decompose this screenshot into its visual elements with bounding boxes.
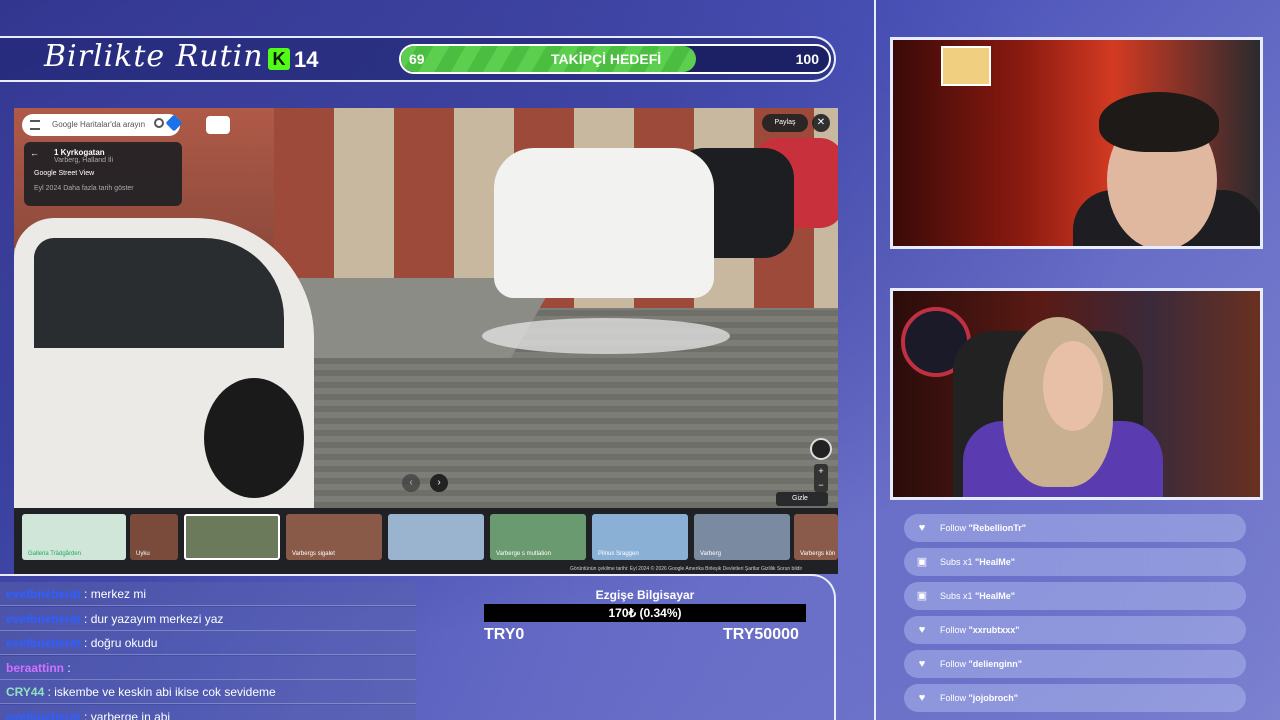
chat-text: : merkez mi: [80, 587, 147, 601]
place-region: Varberg, Halland İli: [54, 157, 114, 164]
event-kind: Follow: [940, 523, 969, 533]
chat-text: : varberge in abi: [80, 709, 171, 720]
chevron-left-icon[interactable]: ‹: [402, 474, 420, 492]
event-item: ♥ Follow "RebellionTr": [904, 514, 1246, 542]
chat-text: :: [64, 660, 71, 675]
goal-current: 69: [409, 51, 425, 67]
event-username: "RebellionTr": [968, 523, 1027, 533]
chat-username[interactable]: CRY44: [6, 685, 44, 699]
thumbnail-map[interactable]: Galleria Trädgården: [22, 514, 126, 560]
compass-icon[interactable]: [810, 438, 832, 460]
maps-footer: Görüntünün çekilme tarihi: Eyl 2024 © 20…: [570, 566, 803, 572]
donation-min: TRY0: [484, 626, 525, 643]
event-username: "delienginn": [968, 659, 1023, 669]
navigation-arrow[interactable]: [482, 318, 730, 354]
chevron-right-icon[interactable]: ›: [430, 474, 448, 492]
car-wheel: [204, 378, 304, 498]
event-kind: Follow: [940, 625, 969, 635]
chat-message: evetbneberat : merkez mi: [0, 582, 416, 606]
gift-icon: ▣: [916, 556, 928, 568]
event-username: "jojobroch": [968, 693, 1019, 703]
chat-text: : doğru okudu: [80, 636, 158, 650]
thumbnail[interactable]: Varbergs kön: [794, 514, 838, 560]
chat-text: : dur yazayım merkezi yaz: [80, 611, 224, 626]
thumbnail[interactable]: [388, 514, 484, 560]
capture-date: Eyl 2024: [34, 185, 62, 192]
event-username: "xxrubtxxx": [968, 625, 1020, 635]
chat-message: evetbneberat : doğru okudu: [0, 631, 416, 655]
webcam-streamer-2: [890, 288, 1263, 500]
car-window: [34, 238, 284, 348]
place-name: 1 Kyrkogatan: [54, 148, 105, 157]
thumbnail[interactable]: Pilnus Sraggen: [592, 514, 688, 560]
event-item: ♥ Follow "delienginn": [904, 650, 1246, 678]
event-kind: Follow: [940, 693, 969, 703]
close-icon[interactable]: ✕: [812, 114, 830, 132]
imagery-source: Google Street View: [34, 170, 95, 177]
goal-title: TAKİPÇİ HEDEFİ: [551, 51, 662, 67]
heart-icon: ♥: [918, 658, 926, 670]
panel-divider: [874, 0, 876, 720]
webcam-streamer-1: [890, 37, 1263, 249]
event-kind: Follow: [940, 659, 969, 669]
event-item: ♥ Follow "jojobroch": [904, 684, 1246, 712]
heart-icon: ♥: [918, 522, 926, 534]
heart-icon: ♥: [918, 624, 926, 636]
chat-message: evetbneberat : dur yazayım merkezi yaz: [0, 606, 416, 631]
chat-message: evetbneberat : varberge in abi: [0, 704, 416, 720]
event-item: ♥ Follow "xxrubtxxx": [904, 616, 1246, 644]
chat-panel: evetbneberat : merkez mi evetbneberat : d…: [0, 582, 416, 720]
donation-progress-bar: 170₺ (0.34%): [484, 604, 806, 622]
event-kind: Subs x1: [940, 591, 976, 601]
chat-username[interactable]: evetbneberat: [6, 710, 81, 720]
more-dates-link[interactable]: Daha fazla tarih göster: [63, 185, 133, 192]
decor-lights: [941, 46, 991, 86]
layers-button[interactable]: [206, 116, 230, 134]
hide-thumbnails-button[interactable]: Gizle: [776, 492, 828, 506]
donation-goal-title: Ezgişe Bilgisayar: [595, 588, 695, 602]
chat-text: : iskembe ve keskin abi ikise cok sevide…: [44, 685, 276, 699]
event-username: "HealMe": [975, 591, 1016, 601]
thumbnail-strip: Galleria Trädgården Uyku Varbergs sigale…: [14, 508, 838, 574]
event-username: "HealMe": [975, 557, 1016, 567]
donation-max: TRY50000: [723, 626, 799, 643]
location-info-card: ← 1 Kyrkogatan Varberg, Halland İli Goog…: [24, 142, 182, 206]
menu-icon[interactable]: [30, 120, 40, 130]
heart-icon: ♥: [918, 692, 926, 704]
goal-target: 100: [795, 51, 819, 67]
chat-username[interactable]: evetbneberat: [6, 612, 81, 626]
chat-username[interactable]: beraattinn: [6, 661, 64, 675]
search-icon[interactable]: [154, 118, 164, 128]
chat-message: beraattinn :: [0, 655, 416, 680]
event-item: ▣ Subs x1 "HealMe": [904, 548, 1246, 576]
thumbnail[interactable]: Varberge s mutlation: [490, 514, 586, 560]
follower-goal-bar: 69 TAKİPÇİ HEDEFİ 100: [399, 44, 831, 74]
kick-icon: K: [268, 48, 290, 70]
thumbnail[interactable]: Uyku: [130, 514, 178, 560]
chat-username[interactable]: evetbneberat: [6, 587, 81, 601]
white-car: [494, 148, 714, 298]
thumbnail[interactable]: Varbergs sigalet: [286, 514, 382, 560]
thumbnail[interactable]: Varberg: [694, 514, 790, 560]
chat-username[interactable]: evetbneberat: [6, 636, 81, 650]
zoom-control[interactable]: + −: [814, 464, 828, 492]
share-button[interactable]: Paylaş: [762, 114, 808, 132]
chat-message: CRY44 : iskembe ve keskin abi ikise cok …: [0, 680, 416, 704]
kick-viewer-count: 14: [294, 47, 319, 72]
event-kind: Subs x1: [940, 557, 976, 567]
back-arrow-icon[interactable]: ←: [30, 148, 39, 158]
gift-icon: ▣: [916, 590, 928, 602]
event-item: ▣ Subs x1 "HealMe": [904, 582, 1246, 610]
thumbnail-selected[interactable]: [184, 514, 280, 560]
street-view-panel[interactable]: Google Haritalar'da arayın ← 1 Kyrkogata…: [14, 108, 838, 508]
brand-logo: Birlikte Rutin: [44, 39, 264, 74]
